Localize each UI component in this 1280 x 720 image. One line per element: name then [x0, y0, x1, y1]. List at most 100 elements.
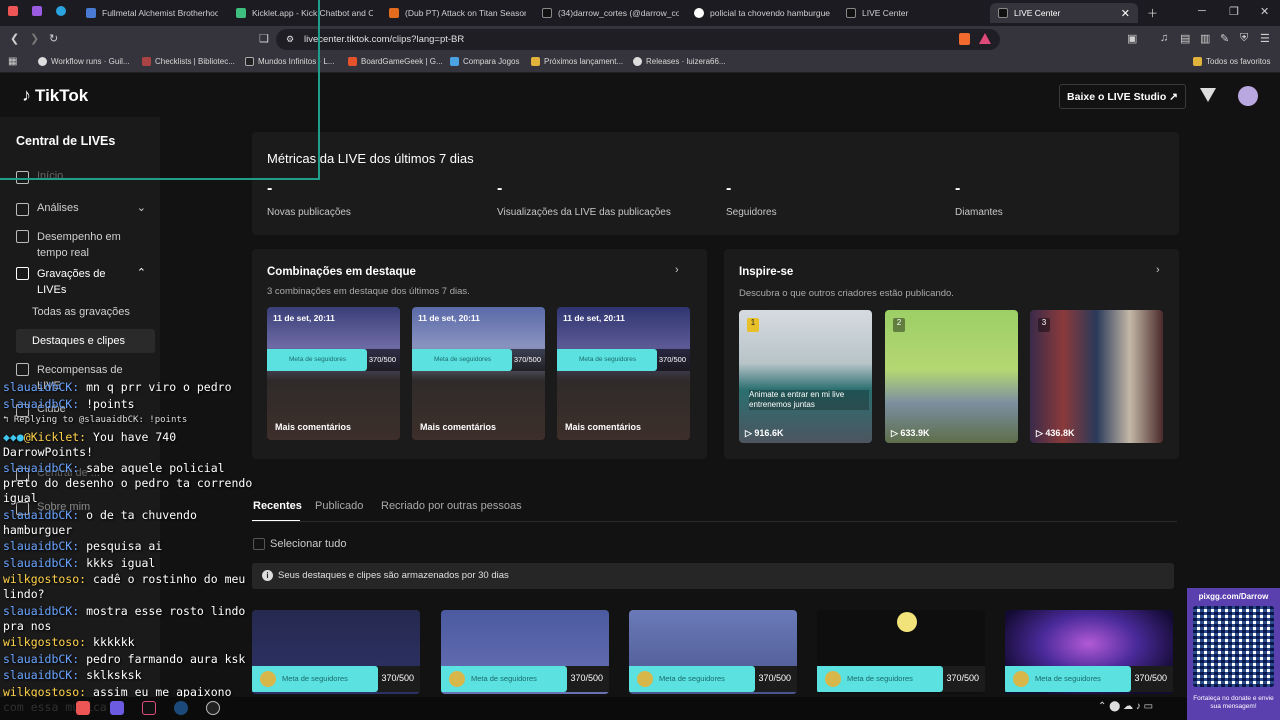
site-info-icon[interactable]: ⚙: [286, 34, 294, 45]
chat-message: slauaidbCK: o de ta chuvendo hamburguer: [3, 507, 197, 537]
chat-message: slauaidbCK: !points: [3, 396, 135, 411]
tab-3[interactable]: (34)darrow_cortes (@darrow_cort: [534, 3, 679, 23]
download-studio-button[interactable]: Baixe o LIVE Studio ↗: [1059, 84, 1186, 109]
tab-recentes[interactable]: Recentes: [253, 500, 302, 512]
clip-card[interactable]: Meta de seguidores 370/500: [441, 610, 609, 694]
new-tab-icon[interactable]: ＋: [1147, 5, 1158, 21]
metric-label: Visualizações da LIVE das publicações: [497, 207, 671, 218]
views-count: ▷ 436.8K: [1036, 428, 1075, 438]
brave-rewards-icon[interactable]: [979, 33, 991, 44]
tab-favicon-icon: [389, 8, 399, 18]
reload-icon[interactable]: ↻: [49, 32, 58, 45]
tab-6-active[interactable]: LIVE Center ✕: [990, 3, 1138, 23]
back-icon[interactable]: ❮: [10, 32, 19, 45]
coin-icon: [449, 671, 465, 687]
bookmark-all[interactable]: Todos os favoritos: [1193, 57, 1270, 66]
panel-icon[interactable]: ▤: [1180, 32, 1190, 45]
taskbar-obs-icon[interactable]: [206, 701, 220, 715]
maximize-icon[interactable]: ❐: [1229, 5, 1239, 18]
metric-value: -: [497, 180, 503, 197]
tab-favicon-icon: [86, 8, 96, 18]
extensions-icon[interactable]: ✎: [1220, 32, 1229, 45]
close-window-icon[interactable]: ✕: [1260, 5, 1269, 18]
sidebar-item-desempenho[interactable]: Desempenho em tempo real: [16, 229, 126, 261]
tab-0[interactable]: Fullmetal Alchemist Brotherhood: [78, 3, 218, 23]
chat-message: slauaidbCK: mostra esse rosto lindo pra …: [3, 603, 246, 633]
tab-4[interactable]: policial ta chovendo hamburgue: [686, 3, 831, 23]
chat-message: slauaidbCK: sklksksk: [3, 668, 142, 682]
select-all-label: Selecionar tudo: [270, 538, 347, 550]
inbox-icon[interactable]: [1200, 88, 1216, 102]
tiktok-favicon-icon: [542, 8, 552, 18]
metrics-card: Métricas da LIVE dos últimos 7 dias - No…: [252, 132, 1179, 235]
inspire-subtitle: Descubra o que outros criadores estão pu…: [739, 288, 954, 299]
sidebar-item-gravacoes[interactable]: Gravações de LIVEs ⌃: [16, 266, 146, 298]
menu-icon[interactable]: ☰: [1260, 32, 1270, 45]
chevron-right-icon[interactable]: ›: [675, 264, 679, 276]
metric-value: -: [955, 180, 961, 197]
inspire-title: Inspire-se: [739, 266, 794, 278]
bookmark-1[interactable]: Checklists | Bibliotec...: [142, 57, 235, 66]
inspire-video[interactable]: 3 ▷ 436.8K: [1030, 310, 1163, 443]
bookmark-5[interactable]: Próximos lançament...: [531, 57, 623, 66]
select-all-checkbox[interactable]: [253, 538, 265, 550]
wallet-icon[interactable]: ▥: [1200, 32, 1210, 45]
tab-5[interactable]: LIVE Center: [838, 3, 983, 23]
qr-donation-widget: pixgg.com/Darrow Fortaleça no donate e e…: [1187, 588, 1280, 720]
extension-icon[interactable]: [32, 6, 42, 16]
bookmark-3[interactable]: BoardGameGeek | G...: [348, 57, 443, 66]
sidebar-item-inicio[interactable]: Início: [16, 170, 63, 184]
taskbar-app-icon[interactable]: [110, 701, 124, 715]
taskbar: ⌃ ⬤ ☁ ♪ ▭: [0, 697, 1280, 720]
combo-card[interactable]: 11 de set, 20:11 Meta de seguidores 370/5…: [557, 307, 690, 440]
bookmark-4[interactable]: Compara Jogos: [450, 57, 519, 66]
combo-card[interactable]: 11 de set, 20:11 Meta de seguidores 370/5…: [267, 307, 400, 440]
browser-menu-icon[interactable]: [8, 6, 18, 16]
bookmark-icon[interactable]: ❑: [259, 32, 269, 45]
forward-icon[interactable]: ❯: [30, 32, 39, 45]
inspire-video[interactable]: 2 ▷ 633.9K: [885, 310, 1018, 443]
tab-recriado[interactable]: Recriado por outras pessoas: [381, 500, 522, 512]
combo-card[interactable]: 11 de set, 20:11 Meta de seguidores 370/5…: [412, 307, 545, 440]
media-icon[interactable]: ♫: [1160, 32, 1168, 44]
address-bar[interactable]: ⚙ livecenter.tiktok.com/clips?lang=pt-BR: [276, 29, 1000, 50]
sidebar-toggle-icon[interactable]: ▣: [1127, 32, 1137, 45]
tray-icons[interactable]: ⌃ ⬤ ☁ ♪ ▭: [1098, 701, 1153, 712]
bookmark-0[interactable]: Workflow runs · Guil...: [38, 57, 130, 66]
inspire-video[interactable]: 1 Animate a entrar en mi live entrenemos…: [739, 310, 872, 443]
clip-card[interactable]: Meta de seguidores 370/500: [252, 610, 420, 694]
chevron-right-icon[interactable]: ›: [1156, 264, 1160, 276]
minimize-icon[interactable]: ─: [1198, 5, 1206, 17]
close-tab-icon[interactable]: ✕: [1121, 7, 1130, 20]
clip-card[interactable]: Meta de seguidores 370/500: [1005, 610, 1173, 694]
telegram-icon[interactable]: [56, 6, 66, 16]
clip-card[interactable]: Meta de seguidores 370/500: [629, 610, 797, 694]
brave-shield-icon[interactable]: [959, 33, 970, 45]
bookmark-2[interactable]: Mundos Infinitos · L...: [245, 57, 334, 66]
avatar[interactable]: [1238, 86, 1258, 106]
tab-1[interactable]: Kicklet.app - Kick Chatbot and Ov: [228, 3, 373, 23]
goal-bar: Meta de seguidores 370/500: [412, 349, 545, 371]
taskbar-tiktok-icon[interactable]: [142, 701, 156, 715]
metric-label: Diamantes: [955, 207, 1003, 218]
sidebar-item-destaques-active[interactable]: Destaques e clipes: [16, 329, 155, 353]
apps-grid-icon[interactable]: ▦: [8, 56, 17, 67]
clip-card[interactable]: Meta de seguidores 370/500: [817, 610, 985, 694]
coin-icon: [260, 671, 276, 687]
bookmark-6[interactable]: Releases · luizera66...: [633, 57, 726, 66]
tab-2[interactable]: (Dub PT) Attack on Titan Season 3: [381, 3, 526, 23]
bookmark-favicon-icon: [531, 57, 540, 66]
taskbar-app-icon[interactable]: [76, 701, 90, 715]
browser-toolbar: ❮ ❯ ↻ ❑ ⚙ livecenter.tiktok.com/clips?la…: [0, 26, 1280, 53]
chat-message: slauaidbCK: sabe aquele policial preto d…: [3, 461, 253, 505]
sidebar-item-analises[interactable]: Análises ⌄: [16, 202, 146, 216]
taskbar-steam-icon[interactable]: [174, 701, 188, 715]
tiktok-logo[interactable]: ♪ TikTok: [22, 85, 88, 106]
metric-label: Novas publicações: [267, 207, 351, 218]
coin-icon: [637, 671, 653, 687]
sidebar-item-todas-gravacoes[interactable]: Todas as gravações: [32, 306, 130, 318]
tab-publicado[interactable]: Publicado: [315, 500, 363, 512]
github-icon: [38, 57, 47, 66]
coin-icon: [16, 363, 29, 376]
vpn-icon[interactable]: ⛨: [1240, 32, 1248, 45]
